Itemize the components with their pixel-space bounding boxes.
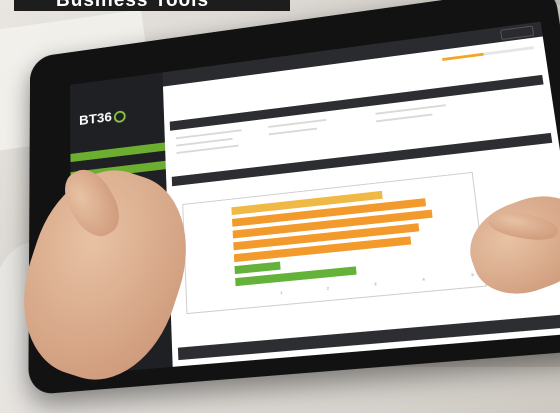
section-header-basis — [169, 74, 544, 131]
progress-track — [442, 46, 535, 61]
logo-text: BT36 — [78, 109, 112, 129]
section-header-analysis — [171, 132, 553, 187]
x-tick-label: 5 — [470, 271, 474, 278]
info-line — [376, 113, 433, 123]
main-content: 1 2 3 4 5 — [163, 36, 560, 366]
x-tick-label: 4 — [422, 276, 425, 282]
title-banner: Business Tools — [14, 0, 290, 11]
app-logo: BT36 — [79, 108, 126, 129]
banner-title: Business Tools — [56, 0, 210, 11]
footer-bar — [177, 313, 560, 361]
chart-bar — [234, 261, 281, 275]
info-line — [375, 104, 446, 115]
progress-fill — [442, 52, 484, 61]
logo-ring-icon — [113, 109, 126, 123]
info-line — [268, 118, 327, 128]
bar-chart: 1 2 3 4 5 — [182, 171, 487, 315]
progress-indicator — [442, 45, 535, 61]
x-tick-label: 1 — [279, 289, 283, 296]
info-line — [176, 144, 239, 154]
info-line — [268, 127, 318, 136]
x-tick-label: 3 — [373, 281, 377, 287]
x-tick-label: 2 — [326, 285, 330, 291]
